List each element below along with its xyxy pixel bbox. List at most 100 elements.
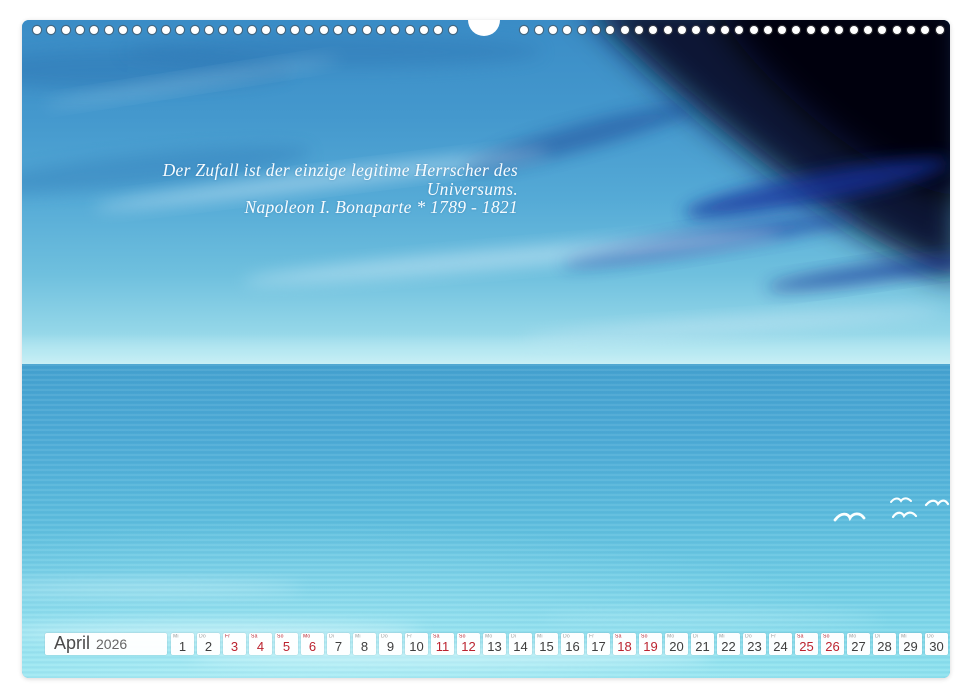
calendar-day-cell: Mi8 (353, 633, 376, 655)
calendar-day-cell: Mi1 (171, 633, 194, 655)
binding-hole (334, 26, 342, 34)
day-number: 8 (353, 640, 376, 654)
calendar-day-cell: Mo6 (301, 633, 324, 655)
day-number: 11 (431, 640, 454, 654)
day-number: 21 (691, 640, 714, 654)
day-number: 25 (795, 640, 818, 654)
binding-hole (277, 26, 285, 34)
day-number: 22 (717, 640, 740, 654)
day-number: 5 (275, 640, 298, 654)
binding-hole (592, 26, 600, 34)
calendar-day-cell: Di14 (509, 633, 532, 655)
binding-hole (291, 26, 299, 34)
binding-hole (234, 26, 242, 34)
day-number: 24 (769, 640, 792, 654)
day-number: 14 (509, 640, 532, 654)
calendar-day-cell: Di28 (873, 633, 896, 655)
binding-hole (549, 26, 557, 34)
day-number: 15 (535, 640, 558, 654)
seagull-icon (926, 501, 948, 505)
calendar-day-cell: Mi29 (899, 633, 922, 655)
day-number: 27 (847, 640, 870, 654)
calendar-day-cell: So26 (821, 633, 844, 655)
binding-hole (750, 26, 758, 34)
day-number: 4 (249, 640, 272, 654)
day-number: 19 (639, 640, 662, 654)
binding-hole (320, 26, 328, 34)
seagull-icon (835, 514, 864, 520)
calendar-day-cell: Do2 (197, 633, 220, 655)
binding-hole (62, 26, 70, 34)
day-number: 20 (665, 640, 688, 654)
binding-hole (363, 26, 371, 34)
calendar-day-cell: So5 (275, 633, 298, 655)
binding-hole (205, 26, 213, 34)
day-number: 28 (873, 640, 896, 654)
binding-hole (420, 26, 428, 34)
day-number: 18 (613, 640, 636, 654)
binding-hole (850, 26, 858, 34)
calendar-day-cell: Fr10 (405, 633, 428, 655)
day-number: 12 (457, 640, 480, 654)
calendar-product-image: Der Zufall ist der einzige legitime Herr… (0, 0, 971, 700)
calendar-day-cell: Mi15 (535, 633, 558, 655)
binding-hole (936, 26, 944, 34)
calendar-day-cell: Mo13 (483, 633, 506, 655)
calendar-day-cell: Mo27 (847, 633, 870, 655)
binding-hole (406, 26, 414, 34)
calendar-day-cell: Sa11 (431, 633, 454, 655)
quote-line-2: Napoleon I. Bonaparte * 1789 - 1821 (97, 198, 518, 217)
year-label: 2026 (96, 636, 127, 652)
calendar-day-cell: Do30 (925, 633, 948, 655)
calendar-page: Der Zufall ist der einzige legitime Herr… (22, 20, 950, 678)
calendar-day-cell: Do16 (561, 633, 584, 655)
photo-overlay (22, 20, 950, 678)
binding-hole (621, 26, 629, 34)
binding-hole (33, 26, 41, 34)
binding-hole (578, 26, 586, 34)
calendar-day-cell: Fr17 (587, 633, 610, 655)
day-number: 10 (405, 640, 428, 654)
weekday-label: Di (329, 634, 334, 639)
binding-hole (248, 26, 256, 34)
calendar-day-cell: Sa25 (795, 633, 818, 655)
seagull-icon (891, 498, 911, 502)
binding-hole (721, 26, 729, 34)
binding-hole (535, 26, 543, 34)
binding-hole (635, 26, 643, 34)
day-number: 23 (743, 640, 766, 654)
binding-hole (664, 26, 672, 34)
seagulls (835, 498, 948, 520)
weekday-label: Fr (225, 634, 230, 639)
quote: Der Zufall ist der einzige legitime Herr… (97, 161, 518, 217)
day-number: 17 (587, 640, 610, 654)
calendar-strip: April 2026 Mi1Do2Fr3Sa4So5Mo6Di7Mi8Do9Fr… (22, 633, 950, 655)
binding-hole (678, 26, 686, 34)
day-number: 6 (301, 640, 324, 654)
calendar-day-cell: Di21 (691, 633, 714, 655)
binding-hole (148, 26, 156, 34)
day-number: 16 (561, 640, 584, 654)
calendar-day-cell: Fr3 (223, 633, 246, 655)
calendar-day-cell: Do9 (379, 633, 402, 655)
day-number: 3 (223, 640, 246, 654)
binding-hole (707, 26, 715, 34)
binding-hole (105, 26, 113, 34)
month-label: April (54, 633, 90, 654)
day-number: 1 (171, 640, 194, 654)
day-number: 30 (925, 640, 948, 654)
binding-hole (76, 26, 84, 34)
calendar-day-cell: So12 (457, 633, 480, 655)
binding-hole (119, 26, 127, 34)
binding-hole (377, 26, 385, 34)
calendar-day-cell: Mo20 (665, 633, 688, 655)
binding-hole (764, 26, 772, 34)
day-number: 7 (327, 640, 350, 654)
binding-hole (893, 26, 901, 34)
quote-line-1: Der Zufall ist der einzige legitime Herr… (97, 161, 518, 198)
day-number: 26 (821, 640, 844, 654)
calendar-day-cell: Sa4 (249, 633, 272, 655)
month-box: April 2026 (45, 633, 167, 655)
binding-hole (807, 26, 815, 34)
calendar-day-cell: Sa18 (613, 633, 636, 655)
